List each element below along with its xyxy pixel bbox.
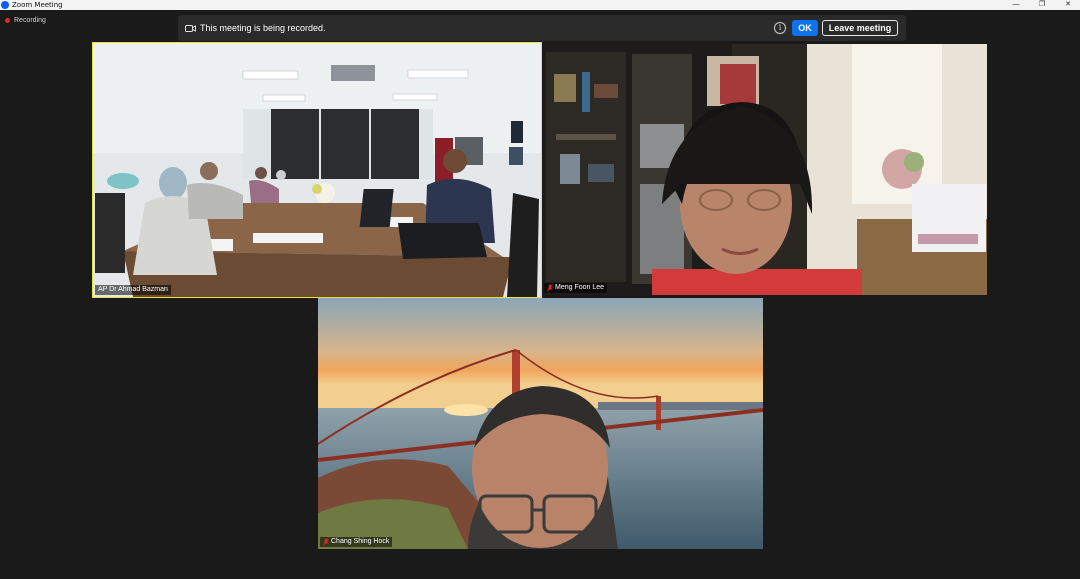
minimize-icon[interactable]: — [1012, 1, 1020, 9]
leave-meeting-button[interactable]: Leave meeting [822, 20, 898, 36]
window-title-bar: Zoom Meeting — ❐ ✕ [0, 0, 1080, 10]
close-icon[interactable]: ✕ [1064, 1, 1072, 9]
recording-banner: This meeting is being recorded. i OK Lea… [178, 15, 906, 41]
participant-name-tag: AP Dr Ahmad Bazman [95, 285, 171, 295]
recording-dot-icon [5, 18, 10, 23]
info-icon[interactable]: i [774, 22, 786, 34]
participant-name: Chang Shing Hock [331, 538, 390, 545]
video-camera-icon [185, 24, 196, 32]
recording-label: Recording [14, 17, 46, 24]
video-tile-participant-3[interactable]: Chang Shing Hock [318, 298, 763, 549]
mic-muted-icon [323, 538, 329, 546]
zoom-logo-icon [1, 1, 9, 9]
meeting-room-video [93, 43, 541, 297]
mic-muted-icon [547, 284, 553, 292]
participant-2-video [542, 44, 987, 295]
window-title: Zoom Meeting [12, 1, 63, 9]
participant-name: AP Dr Ahmad Bazman [98, 286, 168, 293]
window-controls: — ❐ ✕ [1012, 0, 1072, 10]
video-tile-meeting-room[interactable]: AP Dr Ahmad Bazman [92, 42, 542, 298]
participant-name-tag: Meng Foon Lee [544, 283, 608, 293]
recording-indicator[interactable]: Recording [5, 17, 46, 24]
participant-3-video [318, 298, 763, 549]
restore-icon[interactable]: ❐ [1038, 1, 1046, 9]
participant-name-tag: Chang Shing Hock [320, 537, 393, 547]
ok-button[interactable]: OK [792, 20, 818, 36]
recording-message: This meeting is being recorded. [200, 23, 326, 33]
participant-name: Meng Foon Lee [555, 284, 605, 291]
video-tile-participant-2[interactable]: Meng Foon Lee [542, 44, 987, 295]
